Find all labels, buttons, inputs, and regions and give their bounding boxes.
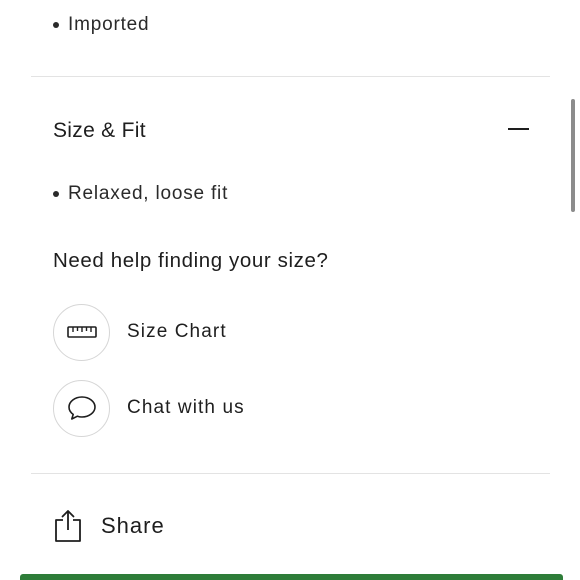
scrollbar-thumb[interactable] (571, 99, 575, 212)
share-icon (55, 510, 81, 542)
bullet-dot (53, 22, 59, 28)
chat-bubble-icon (67, 396, 96, 420)
section-divider (31, 473, 550, 474)
share-label: Share (101, 513, 165, 538)
size-help-heading: Need help finding your size? (53, 249, 329, 272)
chat-with-us-button[interactable]: Chat with us (53, 378, 245, 438)
size-chart-label: Size Chart (127, 321, 227, 342)
collapse-minus-icon[interactable] (508, 128, 529, 130)
add-to-bag-bar-edge[interactable] (20, 574, 563, 580)
chat-with-us-label: Chat with us (127, 397, 245, 418)
detail-bullet-item: Imported (53, 14, 149, 36)
share-button[interactable]: Share (53, 508, 165, 544)
section-divider (31, 76, 550, 77)
bullet-dot (53, 191, 59, 197)
size-fit-accordion-header[interactable]: Size & Fit (0, 100, 580, 162)
ruler-icon (66, 326, 97, 338)
size-fit-bullet-text: Relaxed, loose fit (68, 183, 229, 204)
detail-bullet-text: Imported (68, 14, 150, 35)
size-fit-title: Size & Fit (53, 119, 146, 142)
size-fit-bullet-item: Relaxed, loose fit (53, 183, 228, 205)
size-chart-icon-circle[interactable] (53, 303, 110, 361)
chat-icon-circle[interactable] (53, 379, 110, 437)
size-chart-button[interactable]: Size Chart (53, 302, 227, 362)
